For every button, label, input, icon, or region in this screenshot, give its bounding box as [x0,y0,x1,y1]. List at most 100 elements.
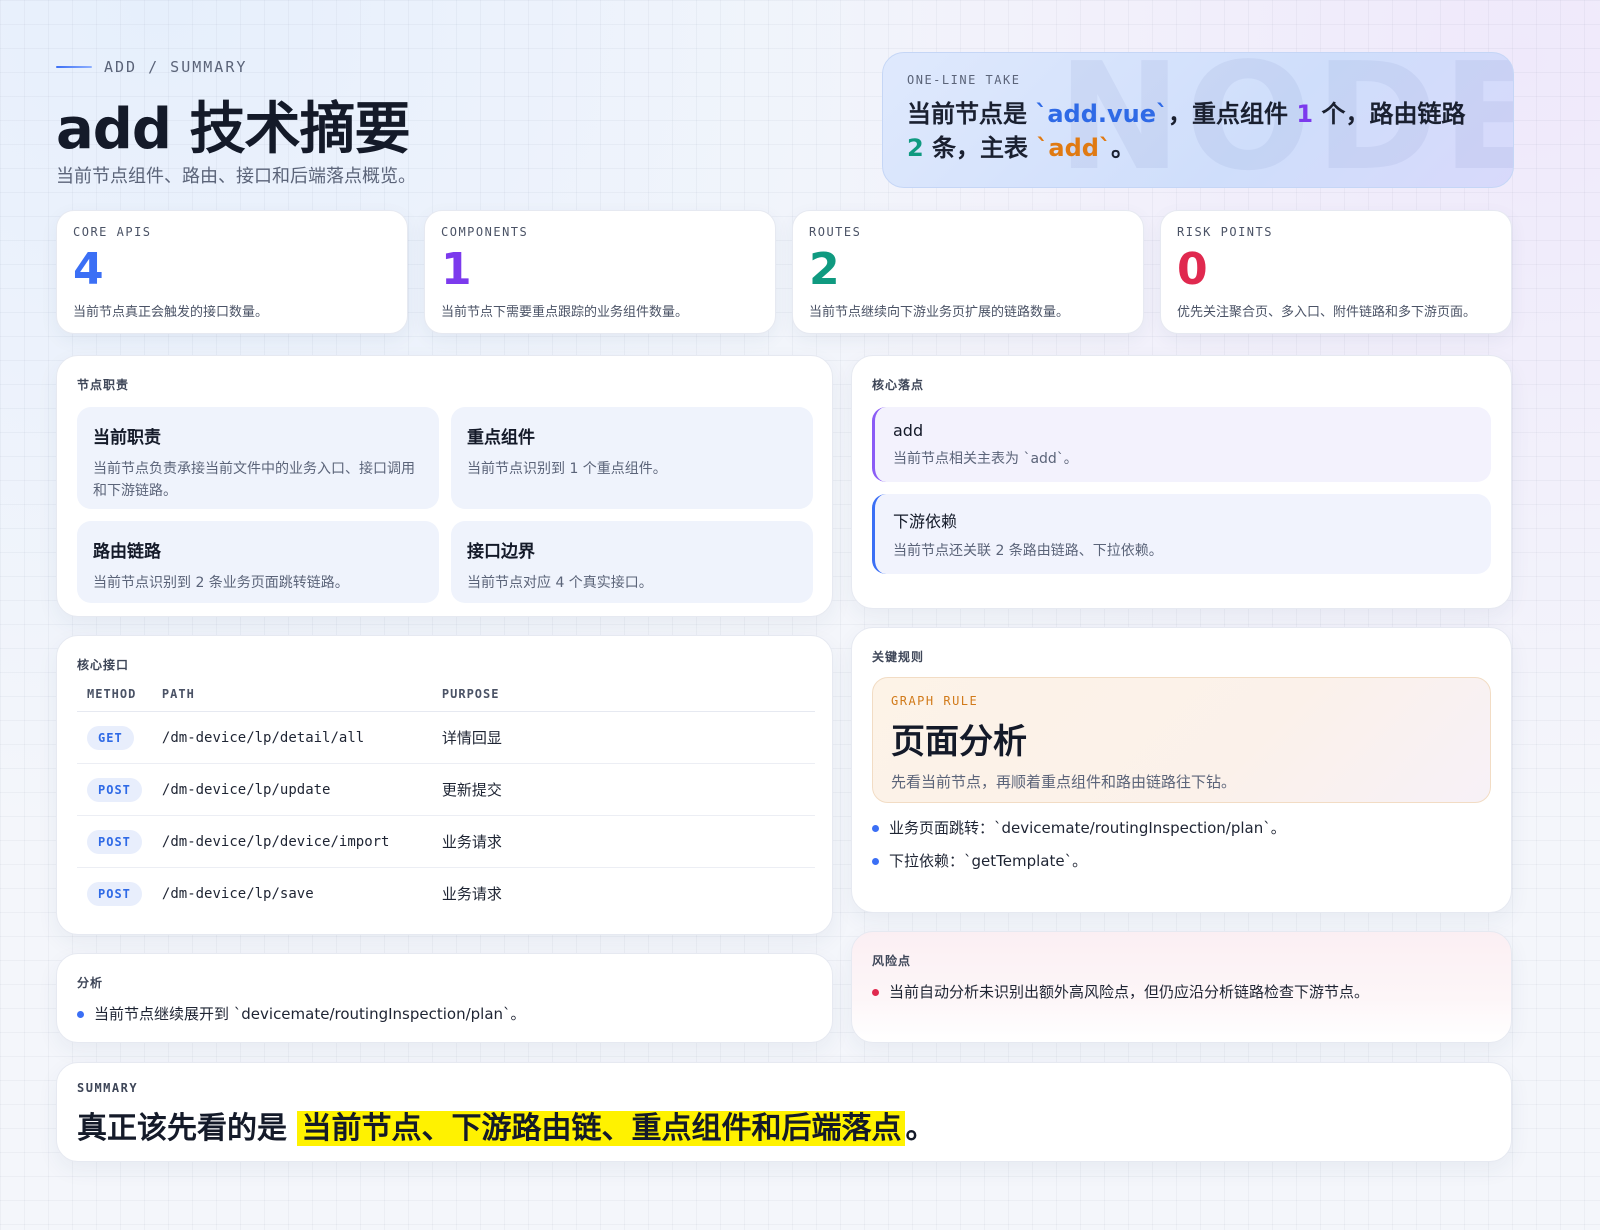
bullet-dot-icon [872,989,879,996]
stat-desc: 优先关注聚合页、多入口、附件链路和多下游页面。 [1177,305,1477,320]
focus-item-downstream: 下游依赖 当前节点还关联 2 条路由链路、下拉依赖。 [872,494,1491,574]
stat-label: CORE APIS [73,225,152,239]
graph-rule-box: GRAPH RULE 页面分析 先看当前节点，再顺着重点组件和路由链路往下钻。 [872,677,1491,803]
duty-title: 当前职责 [93,428,161,448]
duty-desc: 当前节点负责承接当前文件中的业务入口、接口调用和下游链路。 [93,461,415,499]
rule-label: GRAPH RULE [891,694,979,708]
focus-title: add [893,421,924,440]
risk-list: 当前自动分析未识别出额外高风险点，但仍应沿分析链路检查下游节点。 [872,981,1491,1003]
risk-points-panel: 风险点 当前自动分析未识别出额外高风险点，但仍应沿分析链路检查下游节点。 [851,931,1512,1043]
api-path: /dm-device/lp/save [161,885,314,902]
stat-card-risk-points: RISK POINTS 0 优先关注聚合页、多入口、附件链路和多下游页面。 [1160,210,1512,334]
eyebrow-line [56,66,92,68]
bullet-dot-icon [872,825,879,832]
take-text: ，重点组件 [1168,100,1297,128]
api-purpose: 业务请求 [441,833,502,851]
table-row: POST /dm-device/lp/save 业务请求 [77,868,815,920]
take-table: `add` [1036,134,1111,162]
key-rules-panel: 关键规则 GRAPH RULE 页面分析 先看当前节点，再顺着重点组件和路由链路… [851,627,1512,913]
stat-value: 4 [73,244,104,295]
duty-card-components: 重点组件 当前节点识别到 1 个重点组件。 [451,407,813,509]
stat-label: RISK POINTS [1177,225,1273,239]
summary-lead: 真正该先看的是 [77,1111,298,1146]
duty-title: 路由链路 [93,542,161,562]
page-subtitle: 当前节点组件、路由、接口和后端落点概览。 [56,166,416,187]
take-text: 当前节点是 [907,100,1036,128]
take-text: 。 [1110,134,1135,162]
summary-tail: 。 [905,1111,936,1146]
breadcrumb: ADD / SUMMARY [56,58,247,76]
duty-desc: 当前节点识别到 1 个重点组件。 [467,461,667,477]
api-path: /dm-device/lp/device/import [161,833,390,850]
list-item: 当前节点继续展开到 `devicemate/routingInspection/… [77,1003,812,1025]
table-row: POST /dm-device/lp/device/import 业务请求 [77,815,815,868]
take-text: 条，主表 [923,134,1037,162]
summary-sentence: 真正该先看的是 当前节点、下游路由链、重点组件和后端落点。 [77,1103,1491,1147]
take-routes-count: 2 [907,134,924,162]
analysis-list: 当前节点继续展开到 `devicemate/routingInspection/… [77,1003,812,1025]
list-item: 业务页面跳转：`devicemate/routingInspection/pla… [872,817,1491,839]
panel-title: 节点职责 [77,378,130,392]
stat-value: 0 [1177,244,1208,295]
summary-highlight: 当前节点、下游路由链、重点组件和后端落点 [297,1111,906,1146]
panel-title: 分析 [77,976,104,990]
list-item-text: 当前节点继续展开到 `devicemate/routingInspection/… [94,1005,526,1023]
list-item: 当前自动分析未识别出额外高风险点，但仍应沿分析链路检查下游节点。 [872,981,1491,1003]
analysis-panel: 分析 当前节点继续展开到 `devicemate/routingInspecti… [56,953,833,1043]
list-item-text: 业务页面跳转：`devicemate/routingInspection/pla… [889,819,1286,837]
stat-value: 2 [809,244,840,295]
panel-title: 关键规则 [872,650,925,664]
stat-card-components: COMPONENTS 1 当前节点下需要重点跟踪的业务组件数量。 [424,210,776,334]
stat-desc: 当前节点真正会触发的接口数量。 [73,305,269,320]
core-landing-panel: 核心落点 add 当前节点相关主表为 `add`。 下游依赖 当前节点还关联 2… [851,355,1512,609]
table-row: GET /dm-device/lp/detail/all 详情回显 [77,711,815,764]
duty-title: 接口边界 [467,542,535,562]
method-badge: POST [87,881,142,906]
method-badge: GET [87,725,134,750]
take-label: ONE-LINE TAKE [907,73,1021,87]
list-item-text: 下拉依赖：`getTemplate`。 [889,852,1088,870]
table-row: POST /dm-device/lp/update 更新提交 [77,763,815,816]
method-badge: POST [87,777,142,802]
stat-desc: 当前节点继续向下游业务页扩展的链路数量。 [809,305,1070,320]
panel-title: 风险点 [872,954,912,968]
column-header-path: PATH [151,683,432,712]
rule-list: 业务页面跳转：`devicemate/routingInspection/pla… [872,817,1491,872]
api-purpose: 详情回显 [441,729,502,747]
focus-item-main-table: add 当前节点相关主表为 `add`。 [872,407,1491,482]
summary-label: SUMMARY [77,1081,139,1095]
api-purpose: 更新提交 [441,781,502,799]
rule-desc: 先看当前节点，再顺着重点组件和路由链路往下钻。 [891,773,1237,791]
api-table: METHOD PATH PURPOSE GET /dm-device/lp/de… [77,683,815,920]
summary-panel: SUMMARY 真正该先看的是 当前节点、下游路由链、重点组件和后端落点。 [56,1062,1512,1162]
api-path: /dm-device/lp/detail/all [161,729,365,746]
take-text: 个，路由链路 [1313,100,1466,128]
column-header-purpose: PURPOSE [431,683,815,712]
table-header-row: METHOD PATH PURPOSE [77,683,815,712]
take-sentence: 当前节点是 `add.vue`，重点组件 1 个，路由链路 2 条，主表 `ad… [907,97,1489,165]
focus-desc: 当前节点还关联 2 条路由链路、下拉依赖。 [893,543,1163,559]
stat-value: 1 [441,244,472,295]
api-purpose: 业务请求 [441,885,502,904]
node-duties-panel: 节点职责 当前职责 当前节点负责承接当前文件中的业务入口、接口调用和下游链路。 … [56,355,833,617]
stat-card-routes: ROUTES 2 当前节点继续向下游业务页扩展的链路数量。 [792,210,1144,334]
core-apis-panel: 核心接口 METHOD PATH PURPOSE GET /dm-device/… [56,635,833,935]
focus-desc: 当前节点相关主表为 `add`。 [893,451,1078,467]
bullet-dot-icon [77,1011,84,1018]
stat-label: ROUTES [809,225,862,239]
focus-title: 下游依赖 [893,512,958,531]
take-file: `add.vue` [1035,100,1169,128]
rule-title: 页面分析 [891,722,1027,762]
duty-title: 重点组件 [467,428,535,448]
duty-card-current: 当前职责 当前节点负责承接当前文件中的业务入口、接口调用和下游链路。 [77,407,439,509]
panel-title: 核心接口 [77,658,130,672]
stat-desc: 当前节点下需要重点跟踪的业务组件数量。 [441,305,689,320]
list-item-text: 当前自动分析未识别出额外高风险点，但仍应沿分析链路检查下游节点。 [889,983,1370,1001]
stat-label: COMPONENTS [441,225,529,239]
duty-desc: 当前节点对应 4 个真实接口。 [467,575,653,591]
eyebrow-text: ADD / SUMMARY [104,58,248,76]
column-header-method: METHOD [77,683,152,712]
panel-title: 核心落点 [872,378,925,392]
bullet-dot-icon [872,858,879,865]
duty-desc: 当前节点识别到 2 条业务页面跳转链路。 [93,575,349,591]
